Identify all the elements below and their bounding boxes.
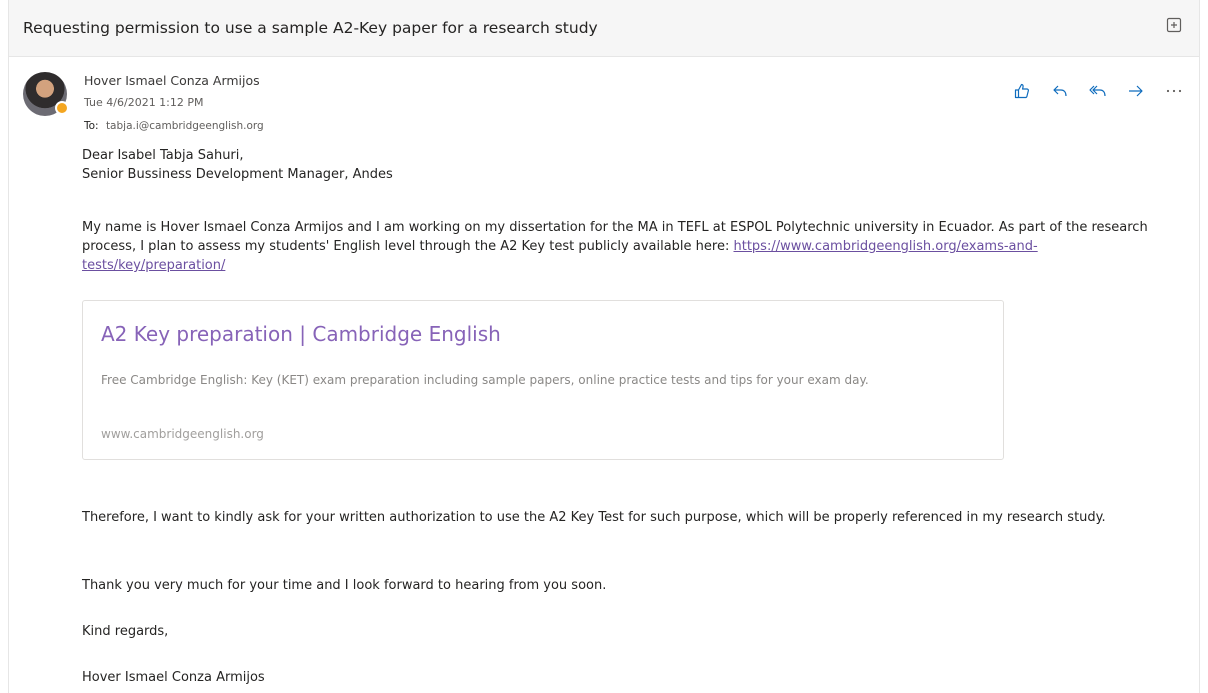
- thumbs-up-icon: [1014, 83, 1029, 99]
- presence-badge: [55, 101, 69, 115]
- reply-icon: [1053, 85, 1067, 97]
- more-actions-icon: [1166, 89, 1182, 93]
- body-paragraph-thanks: Thank you very much for your time and I …: [82, 578, 607, 593]
- sent-date: Tue 4/6/2021 1:12 PM: [84, 96, 204, 109]
- greeting-name: Dear Isabel Tabja Sahuri,: [82, 148, 244, 163]
- link-preview-domain: www.cambridgeenglish.org: [101, 427, 264, 441]
- link-preview-card[interactable]: A2 Key preparation | Cambridge English F…: [82, 300, 1004, 460]
- forward-icon: [1129, 85, 1143, 97]
- body-paragraph-request: Therefore, I want to kindly ask for your…: [82, 510, 1106, 525]
- recipient-address[interactable]: tabja.i@cambridgeenglish.org: [106, 120, 264, 132]
- message-actions: [1011, 80, 1185, 102]
- forward-button[interactable]: [1125, 80, 1147, 102]
- reply-button[interactable]: [1049, 80, 1071, 102]
- email-reading-pane: Requesting permission to use a sample A2…: [8, 0, 1200, 693]
- greeting-title: Senior Bussiness Development Manager, An…: [82, 167, 393, 182]
- more-actions-button[interactable]: [1163, 80, 1185, 102]
- like-button[interactable]: [1011, 80, 1033, 102]
- email-subject: Requesting permission to use a sample A2…: [23, 19, 598, 37]
- greeting: Dear Isabel Tabja Sahuri, Senior Bussine…: [82, 146, 393, 184]
- subject-bar: Requesting permission to use a sample A2…: [9, 0, 1199, 57]
- reply-all-icon: [1089, 85, 1106, 97]
- to-label: To:: [84, 120, 99, 132]
- link-preview-title[interactable]: A2 Key preparation | Cambridge English: [101, 324, 501, 344]
- body-paragraph-intro: My name is Hover Ismael Conza Armijos an…: [82, 218, 1172, 275]
- sender-name[interactable]: Hover Ismael Conza Armijos: [84, 73, 260, 88]
- link-preview-description: Free Cambridge English: Key (KET) exam p…: [101, 373, 869, 387]
- reply-all-button[interactable]: [1087, 80, 1109, 102]
- closing: Kind regards,: [82, 624, 169, 639]
- signature: Hover Ismael Conza Armijos: [82, 670, 265, 685]
- recipient-line: To: tabja.i@cambridgeenglish.org: [84, 120, 264, 132]
- open-in-new-window-icon[interactable]: [1165, 16, 1183, 34]
